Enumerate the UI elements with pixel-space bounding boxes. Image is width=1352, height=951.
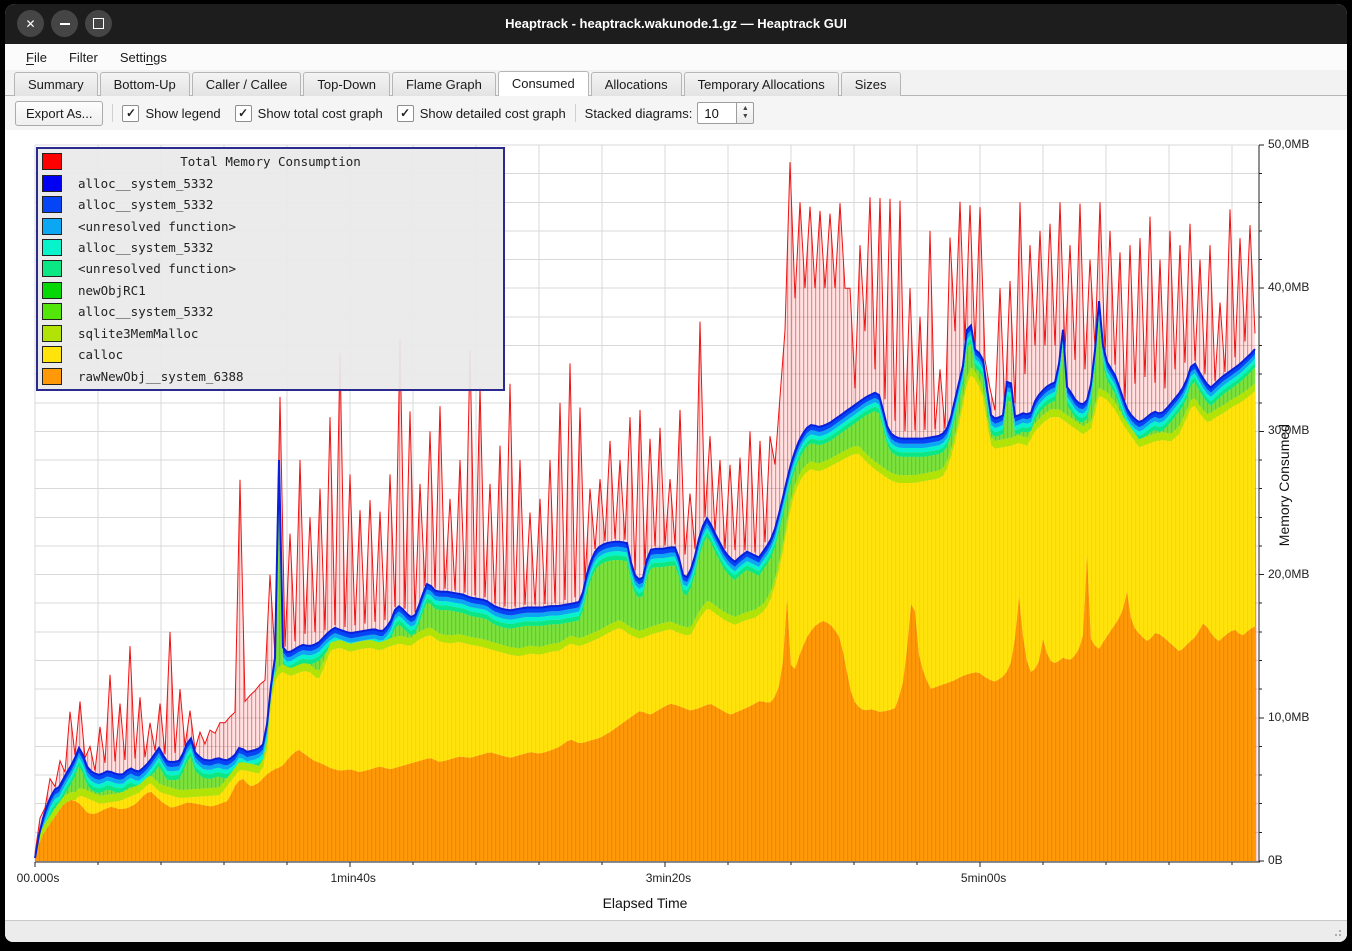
resize-grip-icon[interactable] <box>1331 926 1343 938</box>
checkbox-label: Show legend <box>145 106 220 121</box>
legend-item: alloc__system_5332 <box>42 173 499 193</box>
legend-label: <unresolved function> <box>78 261 236 276</box>
legend-label: sqlite3MemMalloc <box>78 326 198 341</box>
window-title: Heaptrack - heaptrack.wakunode.1.gz — He… <box>5 4 1347 44</box>
legend-swatch-icon <box>42 175 62 192</box>
x-axis-title: Elapsed Time <box>603 895 688 911</box>
checkbox-label: Show detailed cost graph <box>420 106 566 121</box>
title-bar: ✕ Heaptrack - heaptrack.wakunode.1.gz — … <box>5 4 1347 44</box>
x-axis-tick-label: 5min00s <box>961 871 1006 885</box>
legend-swatch-icon <box>42 260 62 277</box>
checkmark-icon: ✓ <box>235 105 252 122</box>
checkmark-icon: ✓ <box>122 105 139 122</box>
checkbox-group: ✓ Show legend ✓ Show total cost graph ✓ Show … <box>122 105 565 122</box>
legend-label: Total Memory Consumption <box>78 154 463 169</box>
menu-file[interactable]: File <box>17 47 56 68</box>
tab-bottom-up[interactable]: Bottom-Up <box>100 72 190 96</box>
legend-swatch-icon <box>42 282 62 299</box>
legend-swatch-icon <box>42 153 62 170</box>
legend-label: calloc <box>78 347 123 362</box>
status-bar <box>5 920 1347 942</box>
y-axis-tick-label: 20,0MB <box>1268 567 1309 581</box>
stacked-diagrams-spinner[interactable]: 10 ▲▼ <box>697 102 754 124</box>
stacked-diagrams-value[interactable]: 10 <box>697 102 737 124</box>
chart-legend: Total Memory Consumption alloc__system_53… <box>36 147 505 391</box>
x-axis-tick-label: 00.000s <box>17 871 60 885</box>
tab-temporary-allocations[interactable]: Temporary Allocations <box>684 72 839 96</box>
spinner-up-icon[interactable]: ▲ <box>742 105 749 113</box>
tab-top-down[interactable]: Top-Down <box>303 72 390 96</box>
legend-label: alloc__system_5332 <box>78 240 213 255</box>
toolbar-separator <box>112 104 113 122</box>
legend-item: rawNewObj__system_6388 <box>42 366 499 386</box>
legend-swatch-icon <box>42 368 62 385</box>
y-axis-tick-label: 40,0MB <box>1268 280 1309 294</box>
spinner-down-icon[interactable]: ▼ <box>742 113 749 121</box>
checkmark-icon: ✓ <box>397 105 414 122</box>
legend-item: <unresolved function> <box>42 259 499 279</box>
legend-title-row: Total Memory Consumption <box>42 152 499 172</box>
legend-item: alloc__system_5332 <box>42 238 499 258</box>
checkbox-show-detailed-cost-graph[interactable]: ✓ Show detailed cost graph <box>397 105 566 122</box>
y-axis-title: Memory Consumed <box>1276 424 1292 546</box>
legend-label: rawNewObj__system_6388 <box>78 369 244 384</box>
y-axis-tick-label: 50,0MB <box>1268 137 1309 151</box>
legend-swatch-icon <box>42 346 62 363</box>
legend-item: calloc <box>42 345 499 365</box>
menu-filter[interactable]: Filter <box>60 47 107 68</box>
legend-swatch-icon <box>42 239 62 256</box>
legend-item: newObjRC1 <box>42 280 499 300</box>
menu-bar: FileFilterSettings <box>5 44 1347 70</box>
tab-sizes[interactable]: Sizes <box>841 72 901 96</box>
legend-item: alloc__system_5332 <box>42 195 499 215</box>
tab-consumed[interactable]: Consumed <box>498 71 589 96</box>
legend-swatch-icon <box>42 303 62 320</box>
legend-label: alloc__system_5332 <box>78 304 213 319</box>
menu-settings[interactable]: Settings <box>111 47 176 68</box>
checkbox-label: Show total cost graph <box>258 106 383 121</box>
tab-caller-callee[interactable]: Caller / Callee <box>192 72 302 96</box>
legend-label: <unresolved function> <box>78 219 236 234</box>
checkbox-show-total-cost-graph[interactable]: ✓ Show total cost graph <box>235 105 383 122</box>
toolbar: Export As... ✓ Show legend ✓ Show total cos… <box>5 96 1347 130</box>
tab-summary[interactable]: Summary <box>14 72 98 96</box>
tab-bar: SummaryBottom-UpCaller / CalleeTop-DownF… <box>5 70 1347 96</box>
y-axis-tick-label: 10,0MB <box>1268 710 1309 724</box>
tab-allocations[interactable]: Allocations <box>591 72 682 96</box>
x-axis-tick-label: 3min20s <box>646 871 691 885</box>
legend-item: sqlite3MemMalloc <box>42 323 499 343</box>
toolbar-separator <box>575 104 576 122</box>
legend-label: alloc__system_5332 <box>78 176 213 191</box>
tab-flame-graph[interactable]: Flame Graph <box>392 72 496 96</box>
legend-swatch-icon <box>42 196 62 213</box>
legend-swatch-icon <box>42 325 62 342</box>
x-axis-tick-label: 1min40s <box>331 871 376 885</box>
legend-swatch-icon <box>42 218 62 235</box>
legend-label: newObjRC1 <box>78 283 146 298</box>
app-window: ✕ Heaptrack - heaptrack.wakunode.1.gz — … <box>5 4 1347 942</box>
y-axis-tick-label: 0B <box>1268 853 1283 867</box>
legend-label: alloc__system_5332 <box>78 197 213 212</box>
legend-item: <unresolved function> <box>42 216 499 236</box>
consumed-chart-panel: 0B10,0MB20,0MB30,0MB40,0MB50,0MB00.000s1… <box>5 130 1347 921</box>
stacked-diagrams-label: Stacked diagrams: <box>585 106 693 121</box>
legend-item: alloc__system_5332 <box>42 302 499 322</box>
checkbox-show-legend[interactable]: ✓ Show legend <box>122 105 220 122</box>
export-as-button[interactable]: Export As... <box>15 101 103 126</box>
spinner-arrows[interactable]: ▲▼ <box>737 102 754 124</box>
